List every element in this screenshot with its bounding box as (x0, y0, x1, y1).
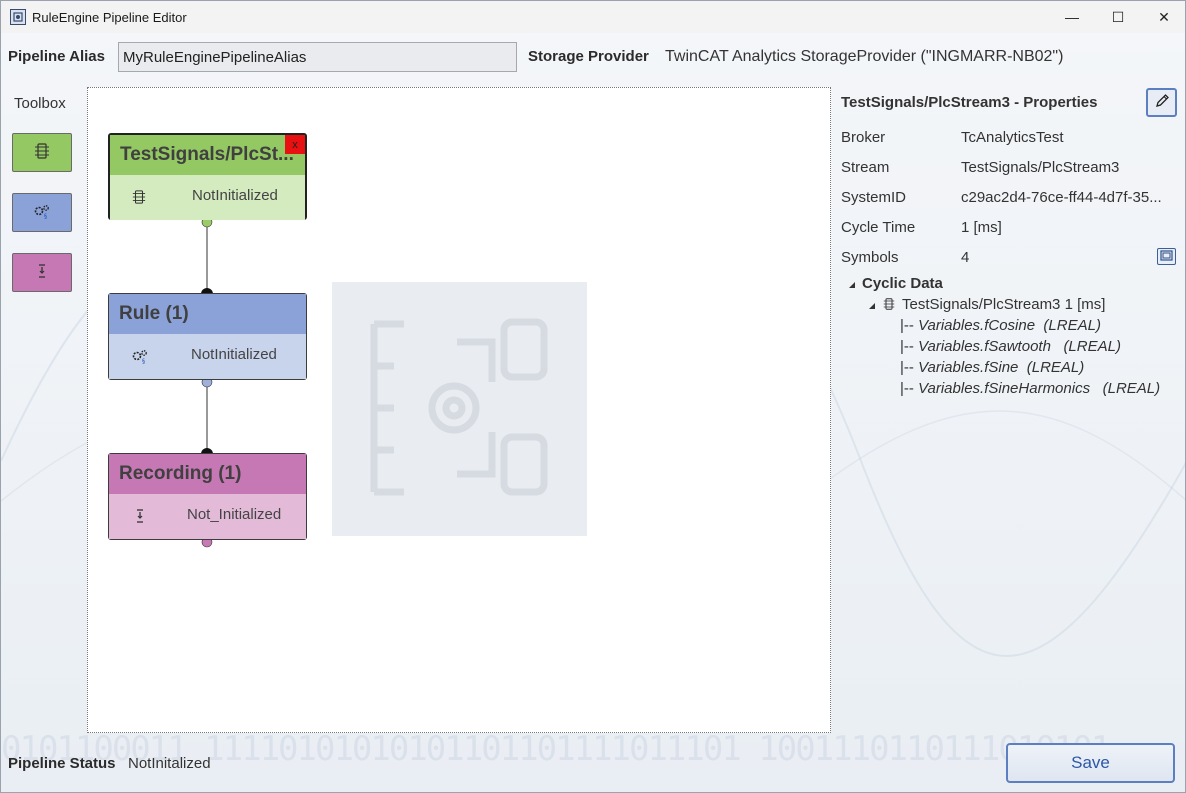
pipeline-node-stream[interactable]: TestSignals/PlcSt... NotInitialized x (108, 133, 307, 220)
pipeline-status-label: Pipeline Status (8, 755, 116, 772)
symbol-name: Variables.fSawtooth (918, 338, 1051, 355)
pipeline-watermark-logo (332, 282, 587, 536)
symbol-name: Variables.fCosine (918, 317, 1036, 334)
stream-icon (34, 142, 50, 164)
pipeline-alias-label: Pipeline Alias (8, 48, 105, 65)
gears-icon: § (131, 348, 149, 368)
pipeline-node-recording[interactable]: Recording (1) Not_Initialized (108, 453, 307, 540)
symbol-name: Variables.fSine (918, 359, 1019, 376)
recording-icon (135, 508, 145, 528)
property-value: 1 [ms] (961, 219, 1002, 236)
node-status: NotInitialized (192, 187, 278, 204)
property-value: 4 (961, 249, 970, 266)
header-row: Pipeline Alias Storage Provider TwinCAT … (1, 33, 1185, 81)
pipeline-canvas[interactable]: TestSignals/PlcSt... NotInitialized x Ru… (87, 87, 831, 733)
window-title: RuleEngine Pipeline Editor (32, 9, 187, 25)
node-status: Not_Initialized (187, 506, 282, 523)
property-label: Broker (841, 129, 886, 146)
minimize-button[interactable]: — (1049, 1, 1095, 33)
pencil-icon (1154, 93, 1170, 113)
node-title: Recording (1) (119, 463, 242, 484)
window-controls: — ☐ ✕ (1049, 1, 1185, 33)
tree-symbol-item[interactable]: |-- Variables.fSineHarmonics (LREAL) (900, 380, 1160, 397)
node-body: Not_Initialized (109, 494, 306, 539)
tree-collapse-icon[interactable] (867, 296, 877, 315)
symbol-type: (LREAL) (1102, 380, 1161, 397)
property-label: Stream (841, 159, 890, 176)
property-value: TcAnalyticsTest (961, 129, 1064, 146)
storage-provider-label: Storage Provider (528, 48, 649, 65)
tree-branch: |-- (900, 317, 919, 334)
node-title: Rule (1) (119, 303, 189, 324)
node-header: Rule (1) (109, 294, 306, 334)
maximize-button[interactable]: ☐ (1095, 1, 1141, 33)
tree-collapse-icon[interactable] (847, 275, 857, 294)
tree-symbol-item[interactable]: |-- Variables.fSawtooth (LREAL) (900, 338, 1121, 355)
node-header: Recording (1) (109, 454, 306, 494)
remove-node-button[interactable]: x (285, 135, 305, 154)
node-title: TestSignals/PlcSt... (120, 144, 294, 165)
tree-branch: |-- (900, 338, 919, 355)
stream-tool-button[interactable] (12, 133, 72, 172)
pipeline-status-value: NotInitalized (128, 755, 211, 772)
svg-text:§: § (44, 213, 47, 219)
symbols-expand-button[interactable] (1157, 248, 1176, 265)
property-label: SystemID (841, 189, 907, 206)
gears-icon: § (33, 203, 51, 223)
tree-symbol-item[interactable]: |-- Variables.fSine (LREAL) (900, 359, 1084, 376)
rule-tool-button[interactable]: § (12, 193, 72, 232)
stream-icon (883, 296, 895, 315)
tree-stream-label[interactable]: TestSignals/PlcStream3 1 [ms] (902, 296, 1105, 313)
node-body: NotInitialized (110, 175, 305, 220)
window-restore-icon (1160, 248, 1173, 265)
symbol-type: (LREAL) (1026, 359, 1085, 376)
node-status: NotInitialized (191, 346, 277, 363)
title-bar: RuleEngine Pipeline Editor — ☐ ✕ (1, 1, 1185, 33)
symbol-type: (LREAL) (1043, 317, 1101, 334)
node-body: § NotInitialized (109, 334, 306, 379)
stream-icon (132, 189, 146, 209)
tree-root-label[interactable]: Cyclic Data (862, 275, 943, 292)
symbol-name: Variables.fSineHarmonics (918, 380, 1091, 397)
tree-branch: |-- (900, 359, 919, 376)
svg-text:§: § (142, 358, 145, 364)
pipeline-node-rule[interactable]: Rule (1) § NotInitialized (108, 293, 307, 380)
recording-tool-button[interactable] (12, 253, 72, 292)
save-button[interactable]: Save (1006, 743, 1175, 783)
property-value: c29ac2d4-76ce-ff44-4d7f-35... (961, 189, 1162, 206)
property-value: TestSignals/PlcStream3 (961, 159, 1120, 176)
property-label: Symbols (841, 249, 899, 266)
edit-properties-button[interactable] (1146, 88, 1177, 117)
tree-symbol-item[interactable]: |-- Variables.fCosine (LREAL) (900, 317, 1101, 334)
recording-icon (37, 263, 47, 283)
editor-window: 0101100011 11110101010101101101111011101… (0, 0, 1186, 793)
node-header: TestSignals/PlcSt... (110, 135, 305, 175)
pipeline-alias-input[interactable] (118, 42, 517, 72)
tree-branch: |-- (900, 380, 919, 397)
property-label: Cycle Time (841, 219, 916, 236)
symbol-type: (LREAL) (1063, 338, 1121, 355)
app-icon (10, 9, 26, 25)
properties-title: TestSignals/PlcStream3 - Properties (841, 94, 1098, 111)
close-button[interactable]: ✕ (1141, 1, 1185, 33)
toolbox-title: Toolbox (14, 95, 66, 112)
storage-provider-value: TwinCAT Analytics StorageProvider ("INGM… (665, 48, 1064, 65)
